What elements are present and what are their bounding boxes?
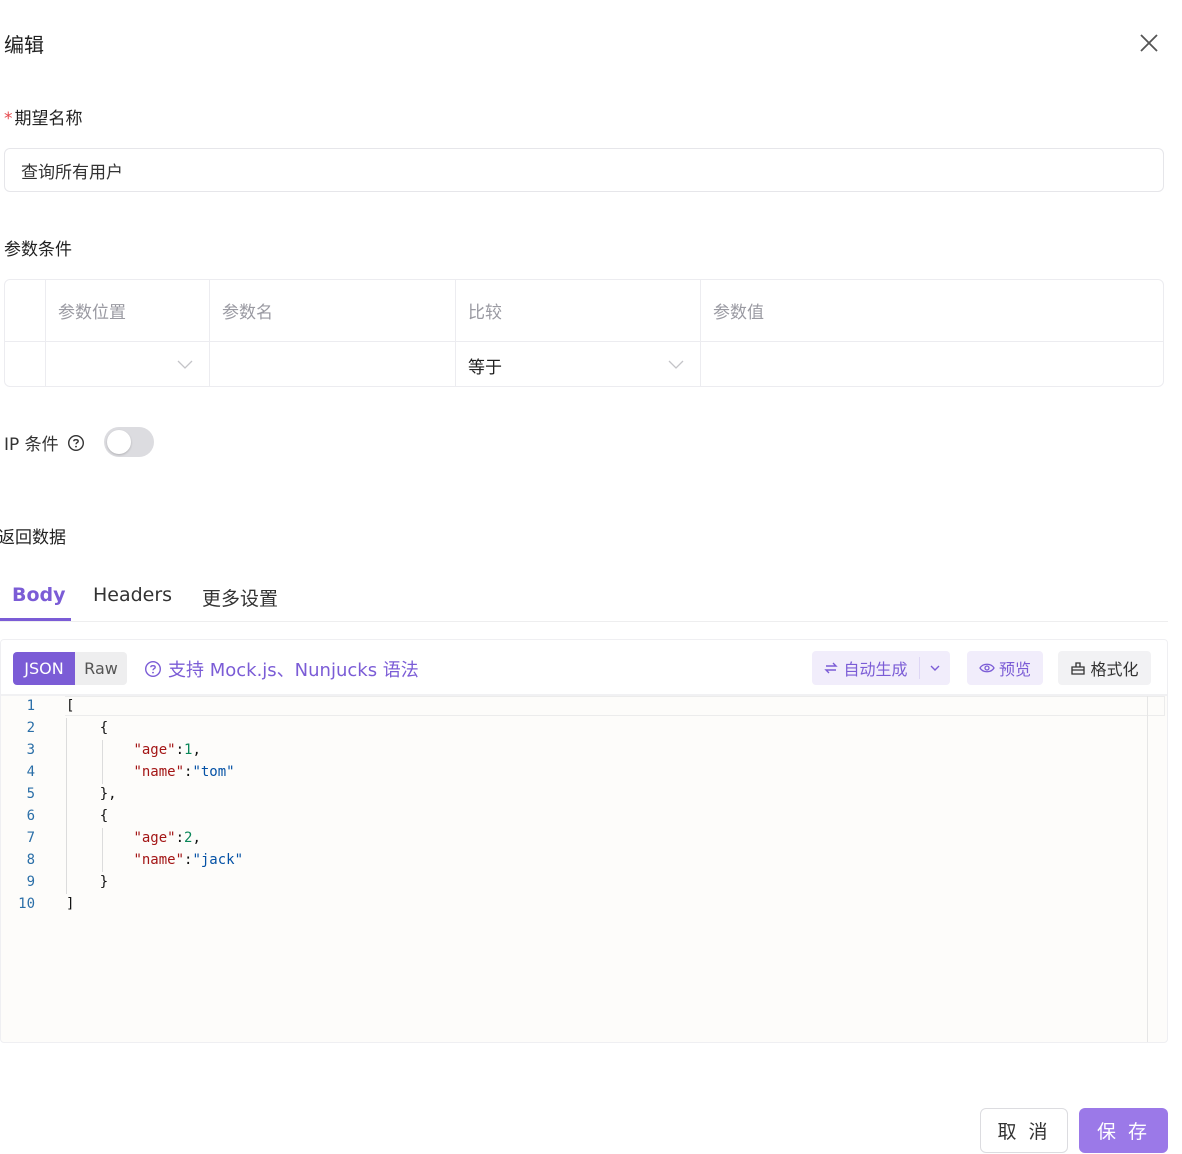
format-brush-icon [1071,662,1086,675]
line-number: 4 [26,764,35,780]
format-label: 格式化 [1090,660,1139,679]
line-number: 9 [26,874,35,890]
line-number: 8 [26,852,35,868]
eye-icon [979,663,995,673]
help-circle-icon[interactable] [67,434,85,452]
dialog-title: 编辑 [4,33,44,57]
line-number: 1 [26,698,35,714]
auto-generate-dropdown[interactable] [920,651,950,685]
compare-select[interactable]: 等于 [456,342,701,386]
mode-json-button[interactable]: JSON [13,652,75,685]
line-number: 3 [26,742,35,758]
compare-value: 等于 [468,357,502,378]
line-number: 5 [26,786,35,802]
ip-condition-text: IP 条件 [4,435,59,455]
code-line: "age":1, [133,742,201,758]
code-line: "name":"tom" [133,764,235,780]
table-row: 等于 [5,342,1163,386]
param-conditions-table: 参数位置 参数名 比较 参数值 等于 [4,279,1164,387]
chevron-down-icon [177,360,193,369]
expectation-name-label: * 期望名称 [4,104,83,129]
chevron-down-icon [668,360,684,369]
editor-toolbar: JSON Raw 支持 Mock.js、Nunjucks 语法 自动生成 预览 … [1,640,1167,696]
swap-icon [824,662,839,674]
response-body-editor: JSON Raw 支持 Mock.js、Nunjucks 语法 自动生成 预览 … [0,639,1168,1043]
help-circle-icon [144,660,162,678]
auto-generate-label: 自动生成 [843,660,908,679]
param-location-select[interactable] [46,342,210,386]
line-number: 10 [18,896,35,912]
code-line: "age":2, [133,830,201,846]
chevron-down-icon [930,665,940,671]
tab-body[interactable]: Body [12,584,66,606]
tab-headers[interactable]: Headers [93,584,172,606]
mode-raw-button[interactable]: Raw [75,652,127,685]
close-icon[interactable] [1136,30,1162,56]
preview-label: 预览 [998,660,1031,679]
param-value-input[interactable] [701,342,1163,386]
table-header-row: 参数位置 参数名 比较 参数值 [5,280,1163,342]
table-header-blank [5,280,46,341]
auto-generate-group: 自动生成 [812,651,950,685]
format-mode-switch: JSON Raw [13,652,127,685]
expectation-name-input[interactable] [4,148,1164,192]
tab-more-settings[interactable]: 更多设置 [202,584,278,611]
expectation-name-label-text: 期望名称 [14,109,83,129]
code-line: "name":"jack" [133,852,244,868]
active-tab-indicator [0,618,71,621]
line-number: 7 [26,830,35,846]
save-button[interactable]: 保 存 [1079,1108,1168,1153]
header-param-name: 参数名 [210,280,456,341]
param-name-input[interactable] [210,342,456,386]
code-line: } [66,874,109,890]
response-tabs: Body Headers 更多设置 [0,580,1168,622]
format-button[interactable]: 格式化 [1058,651,1151,685]
response-data-label: 返回数据 [0,528,66,548]
code-line: { [66,720,109,736]
header-param-location: 参数位置 [46,280,210,341]
code-editor[interactable]: 1 2 3 4 5 6 7 8 9 10 [ { "age":1, "name"… [1,696,1167,1042]
mock-syntax-tip[interactable]: 支持 Mock.js、Nunjucks 语法 [144,656,419,682]
active-line-highlight [65,696,1165,716]
line-number: 6 [26,808,35,824]
auto-generate-button[interactable]: 自动生成 [812,651,919,685]
code-line: }, [66,786,117,802]
header-param-value: 参数值 [713,303,764,323]
param-conditions-label: 参数条件 [4,240,72,260]
editor-scrollbar-track[interactable] [1147,696,1148,1042]
required-marker: * [4,109,13,129]
preview-button[interactable]: 预览 [967,651,1043,685]
ip-condition-label: IP 条件 [4,430,85,455]
code-line: ] [66,896,75,912]
cancel-button[interactable]: 取 消 [980,1108,1068,1153]
code-line: [ [66,698,75,714]
toggle-knob [107,430,131,454]
mock-syntax-tip-text: 支持 Mock.js、Nunjucks 语法 [168,660,419,681]
row-handle [5,342,46,386]
code-line: { [66,808,109,824]
header-compare: 比较 [456,280,701,341]
line-number: 2 [26,720,35,736]
ip-condition-toggle[interactable] [104,427,154,457]
